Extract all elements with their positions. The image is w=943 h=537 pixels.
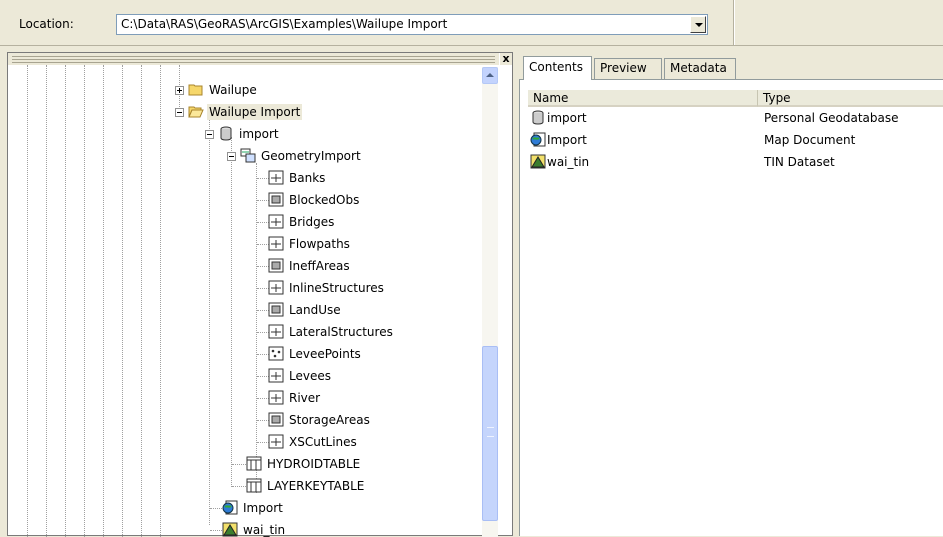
location-combobox[interactable]: C:\Data\RAS\GeoRAS\ArcGIS\Examples\Wailu… <box>116 14 708 35</box>
catalog-tree-pane: x Wailupe Wailupe Import import Geometry… <box>7 52 513 537</box>
contents-list: Name Type import Personal Geodatabase Im… <box>519 80 943 536</box>
line-feature-class-icon <box>268 280 284 295</box>
expand-plus-icon[interactable] <box>175 86 184 95</box>
line-feature-class-icon <box>268 170 284 185</box>
tab-metadata[interactable]: Metadata <box>664 58 736 79</box>
item-type: Map Document <box>764 133 856 147</box>
table-icon <box>246 456 262 471</box>
polygon-feature-class-icon <box>268 412 284 427</box>
geodatabase-icon <box>220 126 232 141</box>
contents-pane: Contents Preview Metadata Name Type impo… <box>519 52 943 536</box>
collapse-minus-icon[interactable] <box>175 108 184 117</box>
table-icon <box>246 478 262 493</box>
collapse-minus-icon[interactable] <box>227 152 236 161</box>
toolbar-separator <box>733 0 735 46</box>
line-feature-class-icon <box>268 390 284 405</box>
line-feature-class-icon <box>268 324 284 339</box>
item-name: Import <box>547 133 587 147</box>
line-feature-class-icon <box>268 434 284 449</box>
location-toolbar: Location: C:\Data\RAS\GeoRAS\ArcGIS\Exam… <box>0 0 943 46</box>
line-feature-class-icon <box>268 236 284 251</box>
item-name: wai_tin <box>547 155 590 169</box>
tin-icon <box>530 154 546 169</box>
scrollbar-thumb[interactable] <box>482 346 498 521</box>
point-feature-class-icon <box>268 346 284 361</box>
list-item[interactable]: import Personal Geodatabase <box>528 109 943 128</box>
line-feature-class-icon <box>268 368 284 383</box>
folder-open-icon <box>188 106 204 118</box>
polygon-feature-class-icon <box>268 302 284 317</box>
polygon-feature-class-icon <box>268 192 284 207</box>
location-path-text[interactable]: C:\Data\RAS\GeoRAS\ArcGIS\Examples\Wailu… <box>121 17 447 31</box>
geodatabase-icon <box>532 110 544 125</box>
map-document-icon <box>530 132 546 147</box>
column-header-name[interactable]: Name <box>528 90 758 107</box>
list-item[interactable]: wai_tin TIN Dataset <box>528 153 943 172</box>
divider <box>0 45 943 46</box>
item-type: Personal Geodatabase <box>764 111 899 125</box>
chevron-down-icon[interactable] <box>690 16 706 33</box>
map-document-icon <box>222 500 238 515</box>
line-feature-class-icon <box>268 214 284 229</box>
tin-icon <box>222 522 238 537</box>
tree-vertical-scrollbar[interactable] <box>482 67 498 537</box>
catalog-tree: Wailupe Wailupe Import import GeometryIm… <box>8 65 498 537</box>
pane-drag-grip[interactable] <box>8 53 499 65</box>
collapse-minus-icon[interactable] <box>205 130 214 139</box>
item-type: TIN Dataset <box>764 155 835 169</box>
location-label: Location: <box>19 17 74 31</box>
view-tabs: Contents Preview Metadata <box>519 56 943 80</box>
scroll-up-arrow-icon[interactable] <box>482 67 498 84</box>
polygon-feature-class-icon <box>268 258 284 273</box>
folder-icon <box>188 84 203 96</box>
feature-dataset-icon <box>240 148 256 163</box>
tab-preview[interactable]: Preview <box>594 58 662 79</box>
tab-contents[interactable]: Contents <box>523 56 592 80</box>
list-item[interactable]: Import Map Document <box>528 131 943 150</box>
item-name: import <box>547 111 587 125</box>
close-icon[interactable]: x <box>500 53 512 65</box>
column-header-type[interactable]: Type <box>758 90 943 107</box>
